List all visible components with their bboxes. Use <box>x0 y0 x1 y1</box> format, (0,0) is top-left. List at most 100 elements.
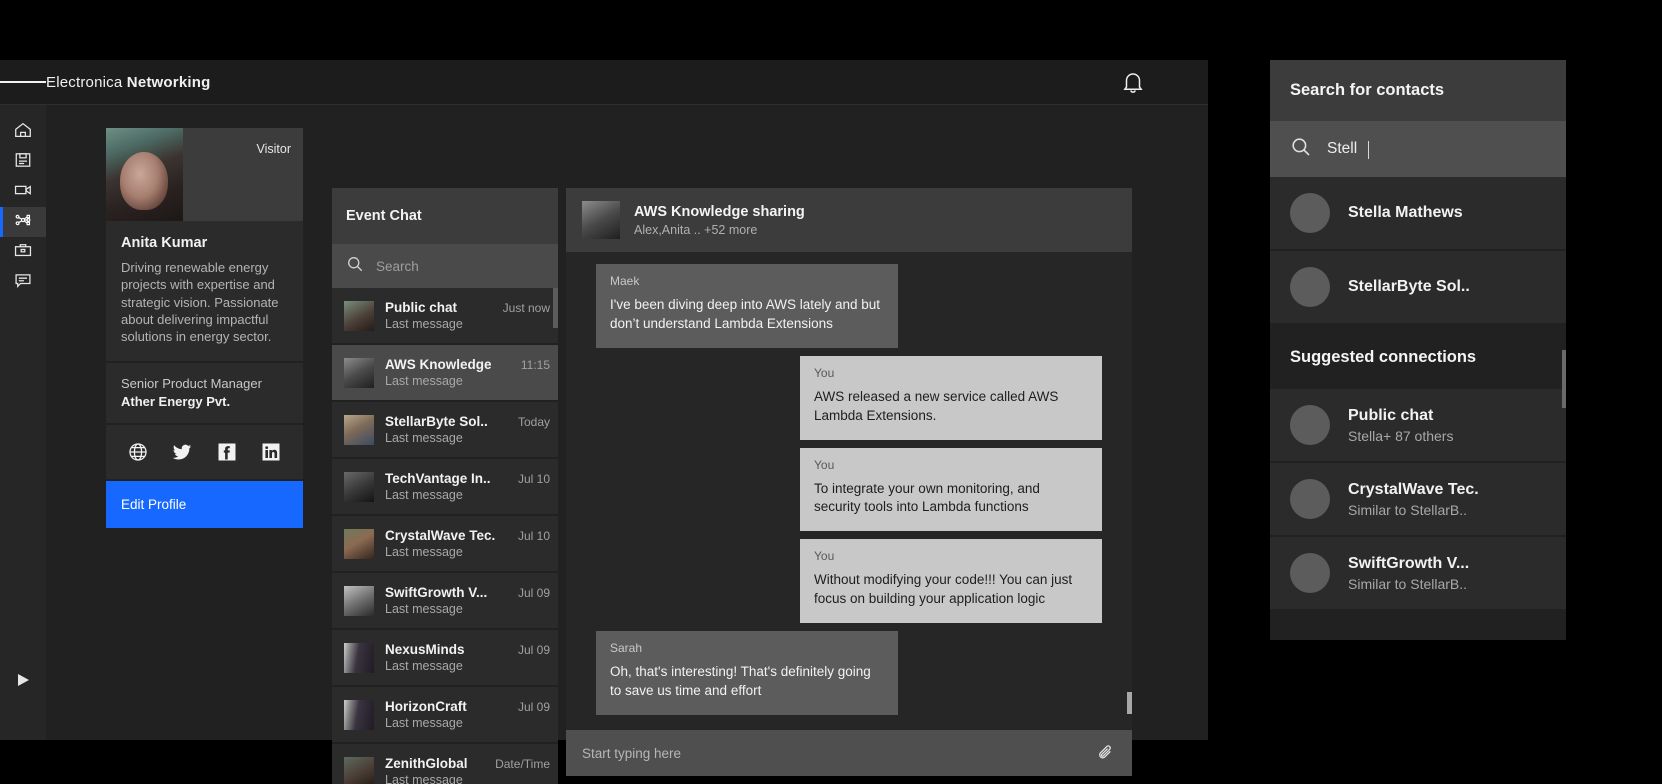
notification-bell-icon[interactable] <box>1122 60 1144 105</box>
chat-item-name: AWS Knowledge <box>385 357 492 372</box>
chat-list-item[interactable]: StellarByte Sol.. Today Last message <box>332 402 558 457</box>
chat-item-meta: StellarByte Sol.. Today Last message <box>385 414 550 445</box>
rail-item-jobs[interactable] <box>0 237 46 267</box>
linkedin-icon[interactable] <box>258 439 284 465</box>
profile-social-links <box>106 425 303 482</box>
chat-avatar <box>344 357 374 388</box>
chat-item-last-message: Last message <box>385 431 463 445</box>
search-icon <box>1290 136 1312 163</box>
contact-list-item[interactable]: CrystalWave Tec. Similar to StellarB.. <box>1270 463 1566 535</box>
chat-avatar <box>344 528 374 559</box>
suggested-connections-header: Suggested connections <box>1270 325 1566 389</box>
contacts-search-value-wrap[interactable]: Stell <box>1327 140 1370 159</box>
hamburger-menu-icon[interactable] <box>0 60 46 105</box>
screen-root: Electronica Networking Visitor Anita Kum… <box>0 0 1662 784</box>
chat-search-input[interactable] <box>376 258 526 274</box>
network-share-icon <box>13 210 33 235</box>
message-bubble: You AWS released a new service called AWS… <box>800 355 1102 440</box>
chat-item-time: Date/Time <box>495 757 550 771</box>
contact-list-item[interactable]: Public chat Stella+ 87 others <box>1270 389 1566 461</box>
text-caret <box>1368 141 1370 159</box>
home-icon <box>13 120 33 145</box>
chat-item-meta: HorizonCraft Jul 09 Last message <box>385 699 550 730</box>
contact-item-meta: Stella Mathews <box>1348 204 1463 222</box>
rail-item-network[interactable] <box>0 207 46 237</box>
message-text: To integrate your own monitoring, and se… <box>814 480 1040 515</box>
message-text: I've been diving deep into AWS lately an… <box>610 297 881 331</box>
chat-avatar <box>344 300 374 331</box>
contact-list-item[interactable]: Stella Mathews <box>1270 177 1566 249</box>
contact-subtitle: Similar to StellarB.. <box>1348 575 1468 592</box>
contacts-scrollbar[interactable] <box>1562 350 1566 408</box>
message-text: Without modifying your code!!! You can j… <box>814 572 1073 607</box>
rail-item-home[interactable] <box>0 117 46 147</box>
paperclip-icon[interactable] <box>1096 742 1118 764</box>
chat-item-time: Jul 09 <box>517 643 550 657</box>
chat-list-item[interactable]: SwiftGrowth V... Jul 09 Last message <box>332 573 558 628</box>
chat-avatar <box>344 585 374 616</box>
chat-list-scrollbar[interactable] <box>553 288 558 328</box>
message-input[interactable] <box>582 745 1096 761</box>
contact-name: Stella Mathews <box>1348 204 1463 221</box>
rail-item-video[interactable] <box>0 177 46 207</box>
twitter-icon[interactable] <box>169 439 195 465</box>
contacts-header-text: Search for contacts <box>1290 81 1445 99</box>
status-badge: Visitor <box>256 142 291 156</box>
message-composer[interactable] <box>566 730 1132 776</box>
chat-item-name: Public chat <box>385 300 458 315</box>
edit-profile-button[interactable]: Edit Profile <box>106 481 303 529</box>
avatar <box>1290 405 1330 445</box>
conversation-title: AWS Knowledge sharing <box>634 203 805 220</box>
chat-item-time: Just now <box>502 301 550 315</box>
contact-name: CrystalWave Tec. <box>1348 480 1479 498</box>
contacts-panel: Search for contacts Stell Stella Mathews… <box>1270 60 1566 640</box>
avatar <box>1290 553 1330 593</box>
message-author: Maek <box>610 274 640 288</box>
profile-body: Anita Kumar Driving renewable energy pro… <box>106 221 303 364</box>
icon-rail <box>0 105 46 740</box>
play-triangle-icon[interactable] <box>0 665 46 695</box>
archive-save-icon <box>13 150 33 175</box>
chat-item-last-message: Last message <box>385 545 463 559</box>
rail-item-archive[interactable] <box>0 147 46 177</box>
profile-header: Visitor <box>106 128 303 221</box>
chat-list-item[interactable]: NexusMinds Jul 09 Last message <box>332 630 558 685</box>
facebook-icon[interactable] <box>214 439 240 465</box>
message-bubble: You Without modifying your code!!! You ca… <box>800 539 1102 624</box>
globe-icon[interactable] <box>125 439 151 465</box>
chat-list-item[interactable]: ZenithGlobal Date/Time Last message <box>332 744 558 784</box>
chat-search-bar[interactable] <box>332 244 558 288</box>
chat-item-time: Today <box>517 415 550 429</box>
conversation-header: AWS Knowledge sharing Alex,Anita .. +52 … <box>566 188 1132 252</box>
chat-list-item[interactable]: Public chat Just now Last message <box>332 288 558 343</box>
message-bubble: Maek I've been diving deep into AWS latel… <box>596 264 898 348</box>
chat-list-item[interactable]: CrystalWave Tec. Jul 10 Last message <box>332 516 558 571</box>
contact-list-item[interactable]: StellarByte Sol.. <box>1270 251 1566 323</box>
chat-list-scroll: Public chat Just now Last message AWS Knowl… <box>332 288 558 784</box>
contact-list-item[interactable]: SwiftGrowth V... Similar to StellarB.. <box>1270 537 1566 609</box>
avatar <box>1290 193 1330 233</box>
chat-item-name: StellarByte Sol.. <box>385 414 488 429</box>
chat-item-name: CrystalWave Tec. <box>385 528 496 543</box>
message-bubble: You To integrate your own monitoring, and… <box>800 447 1102 532</box>
briefcase-icon <box>13 240 33 265</box>
contact-subtitle: Similar to StellarB.. <box>1348 501 1468 518</box>
message-text: Oh, that's interesting! That's definitel… <box>610 664 871 699</box>
event-chat-title-text: Event Chat <box>346 208 422 224</box>
contacts-search-bar[interactable]: Stell <box>1270 121 1566 177</box>
conversation-panel: AWS Knowledge sharing Alex,Anita .. +52 … <box>566 188 1132 776</box>
app-title-light: Electronica <box>46 73 123 91</box>
chat-item-last-message: Last message <box>385 659 463 673</box>
chat-item-name: TechVantage In.. <box>385 471 491 486</box>
profile-role-block: Senior Product Manager Ather Energy Pvt. <box>106 363 303 426</box>
chat-item-time: Jul 10 <box>517 529 550 543</box>
chat-list-item[interactable]: HorizonCraft Jul 09 Last message <box>332 687 558 742</box>
rail-item-messages[interactable] <box>0 267 46 297</box>
conversation-avatar <box>582 201 620 239</box>
chat-list-item[interactable]: AWS Knowledge 11:15 Last message <box>332 345 558 400</box>
contact-item-meta: SwiftGrowth V... Similar to StellarB.. <box>1348 555 1469 592</box>
chat-list-item[interactable]: TechVantage In.. Jul 10 Last message <box>332 459 558 514</box>
conversation-scrollbar[interactable] <box>1127 692 1132 714</box>
profile-company: Ather Energy Pvt. <box>121 394 231 410</box>
chat-item-time: Jul 09 <box>517 586 550 600</box>
